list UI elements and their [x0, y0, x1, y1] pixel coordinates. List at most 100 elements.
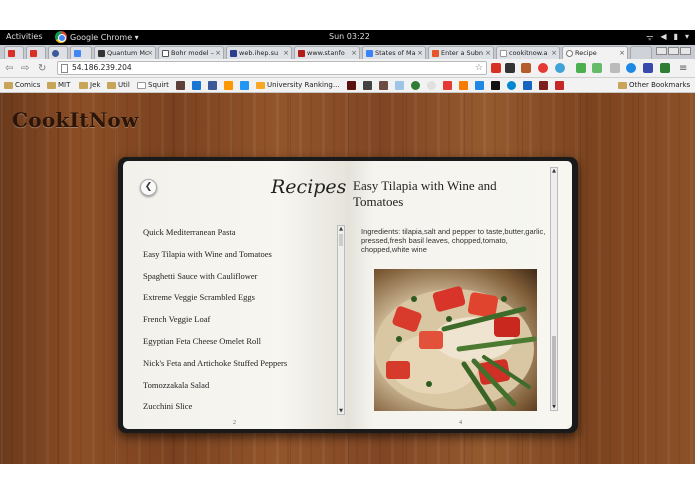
network-icon[interactable]: ᯤ — [646, 32, 653, 43]
recipe-detail-scrollbar[interactable]: ▲ ▼ — [550, 167, 558, 411]
other-bookmarks[interactable]: Other Bookmarks — [618, 81, 690, 89]
bookmark-icon[interactable] — [379, 81, 388, 90]
close-icon[interactable]: × — [283, 49, 289, 57]
bookmark-icon[interactable] — [459, 81, 468, 90]
bookmark-icon[interactable] — [491, 81, 500, 90]
close-icon[interactable]: × — [351, 49, 357, 57]
extension-icon[interactable] — [660, 63, 670, 73]
close-icon[interactable]: × — [417, 49, 423, 57]
new-tab-button[interactable] — [630, 46, 652, 59]
page-icon — [61, 64, 68, 73]
bookmark-icon[interactable] — [427, 81, 436, 90]
address-bar[interactable]: 54.186.239.204 ☆ — [57, 61, 487, 75]
bookmark-mit[interactable]: MIT — [47, 81, 70, 89]
tab-label: cookitnow.a — [509, 49, 548, 57]
page-icon — [500, 49, 507, 57]
recipe-list: Quick Mediterranean Pasta Easy Tilapia w… — [143, 225, 333, 415]
extension-icon[interactable] — [521, 63, 531, 73]
recipe-list-item[interactable]: Quick Mediterranean Pasta — [143, 225, 333, 247]
scroll-up-icon[interactable]: ▲ — [338, 226, 344, 232]
bookmark-comics[interactable]: Comics — [4, 81, 40, 89]
bookmark-icon[interactable] — [555, 81, 564, 90]
minimize-button[interactable] — [656, 47, 667, 55]
extension-icon[interactable] — [643, 63, 653, 73]
recipe-list-item[interactable]: Easy Tilapia with Wine and Tomatoes — [143, 247, 333, 269]
tab-wordpress[interactable] — [48, 46, 68, 59]
bookmark-icon[interactable] — [240, 81, 249, 90]
scrollbar-thumb[interactable] — [552, 336, 556, 404]
recipe-list-item[interactable]: Nick's Feta and Artichoke Stuffed Pepper… — [143, 356, 333, 378]
extension-icon[interactable] — [610, 63, 620, 73]
bookmark-icon[interactable] — [411, 81, 420, 90]
recipe-list-scrollbar[interactable]: ▲ ▼ — [337, 225, 345, 415]
facebook-icon[interactable] — [208, 81, 217, 90]
menu-arrow-icon[interactable]: ▾ — [685, 32, 689, 43]
recipe-list-item[interactable]: Tomozzakala Salad — [143, 378, 333, 400]
recipe-list-item[interactable]: Extreme Veggie Scrambled Eggs — [143, 290, 333, 312]
bookmark-label: Comics — [15, 81, 41, 89]
extension-icon[interactable] — [555, 63, 565, 73]
extension-icon[interactable] — [592, 63, 602, 73]
volume-icon[interactable]: ◀ — [660, 32, 666, 43]
bookmark-icon[interactable] — [507, 81, 516, 90]
reload-icon[interactable]: ↻ — [38, 63, 46, 74]
tab-cookitnow[interactable]: cookitnow.a × — [496, 46, 560, 59]
back-arrow-icon[interactable]: ⇦ — [5, 63, 13, 74]
extension-icon[interactable] — [576, 63, 586, 73]
scroll-down-icon[interactable]: ▼ — [551, 404, 557, 410]
bookmark-icon[interactable] — [347, 81, 356, 90]
system-tray[interactable]: ᯤ ◀ ▮ ▾ — [646, 32, 689, 43]
tab-calendar-blue[interactable] — [70, 46, 92, 59]
tab-quantum[interactable]: Quantum Mc × — [94, 46, 156, 59]
bookmark-icon[interactable] — [363, 81, 372, 90]
bookmark-icon[interactable] — [443, 81, 452, 90]
bookmark-icon[interactable] — [224, 81, 233, 90]
bookmark-jek[interactable]: Jek — [79, 81, 100, 89]
bookmark-icon[interactable] — [475, 81, 484, 90]
clock[interactable]: Sun 03:22 — [329, 32, 370, 41]
bookmark-star-icon[interactable]: ☆ — [475, 62, 483, 74]
menu-icon[interactable]: ≡ — [679, 63, 687, 74]
tab-stanford[interactable]: www.stanfo × — [294, 46, 360, 59]
close-icon[interactable]: × — [551, 49, 557, 57]
bookmark-icon[interactable] — [176, 81, 185, 90]
close-window-button[interactable] — [680, 47, 691, 55]
tab-calendar[interactable] — [26, 46, 46, 59]
bookmark-squirt[interactable]: Squirt — [137, 81, 169, 89]
close-icon[interactable]: × — [485, 49, 491, 57]
scroll-down-icon[interactable]: ▼ — [338, 408, 344, 414]
bookmark-util[interactable]: Util — [107, 81, 130, 89]
activities-button[interactable]: Activities — [6, 32, 43, 41]
bookmark-icon[interactable] — [539, 81, 548, 90]
other-bookmarks-label: Other Bookmarks — [629, 81, 691, 89]
extension-icon[interactable] — [538, 63, 548, 73]
close-icon[interactable]: × — [147, 49, 153, 57]
recipe-list-item[interactable]: Zucchini Slice — [143, 399, 333, 415]
recipe-list-item[interactable]: Spaghetti Sauce with Cauliflower — [143, 269, 333, 291]
maximize-button[interactable] — [668, 47, 679, 55]
bookmark-icon[interactable] — [395, 81, 404, 90]
tab-gmail[interactable] — [4, 46, 24, 59]
tab-ihep[interactable]: web.ihep.su × — [226, 46, 292, 59]
app-menu[interactable]: Google Chrome ▾ — [55, 31, 139, 43]
tab-states-of-matter[interactable]: States of Ma × — [362, 46, 426, 59]
extension-icon[interactable] — [626, 63, 636, 73]
close-icon[interactable]: × — [215, 49, 221, 57]
forward-arrow-icon[interactable]: ⇨ — [21, 63, 29, 74]
scrollbar-thumb[interactable] — [339, 234, 343, 246]
bookmark-icon[interactable] — [192, 81, 201, 90]
battery-icon[interactable]: ▮ — [674, 32, 678, 43]
recipe-list-item[interactable]: French Veggie Loaf — [143, 312, 333, 334]
tab-enter-submission[interactable]: Enter a Subn × — [428, 46, 494, 59]
close-icon[interactable]: × — [619, 49, 625, 57]
recipes-heading: Recipes — [271, 176, 347, 198]
recipe-list-item[interactable]: Egyptian Feta Cheese Omelet Roll — [143, 334, 333, 356]
bookmark-university-ranking[interactable]: University Ranking... — [256, 81, 340, 89]
scroll-up-icon[interactable]: ▲ — [551, 168, 557, 174]
extension-icon[interactable] — [505, 63, 515, 73]
tab-recipe[interactable]: Recipe × — [562, 46, 628, 59]
gmail-extension-icon[interactable] — [491, 63, 501, 73]
bookmark-icon[interactable] — [523, 81, 532, 90]
tab-bohr[interactable]: Bohr model – × — [158, 46, 224, 59]
back-button[interactable]: ❮ — [140, 179, 157, 196]
